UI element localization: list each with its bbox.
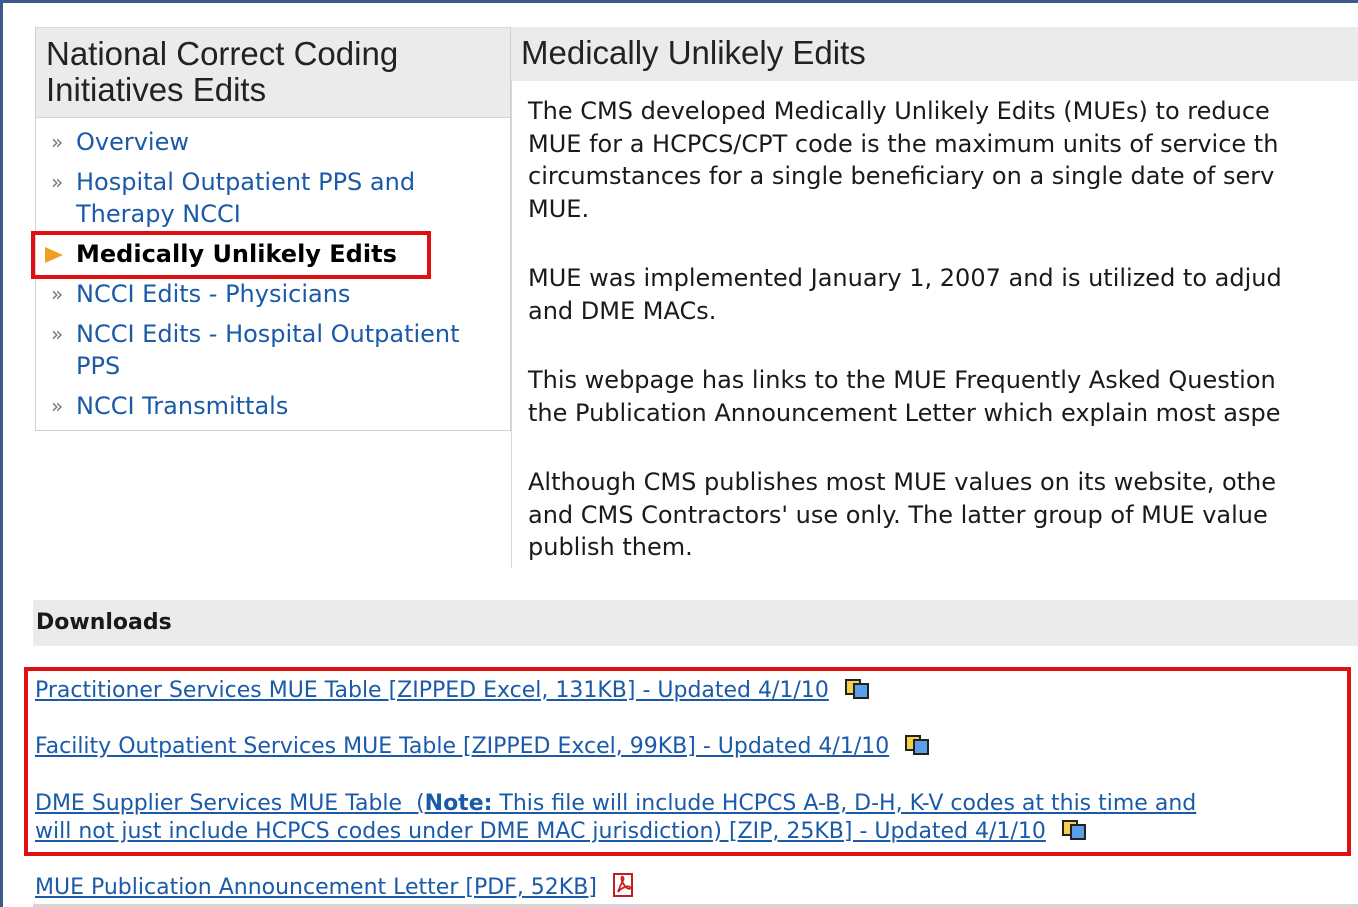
links-paragraph: This webpage has links to the MUE Freque… <box>528 366 1281 427</box>
publication-paragraph: Although CMS publishes most MUE values o… <box>528 468 1277 561</box>
current-page-arrow-icon <box>45 247 63 263</box>
download-practitioner-mue-table[interactable]: Practitioner Services MUE Table [ZIPPED … <box>35 677 871 705</box>
sidebar-title: National Correct Coding Initiatives Edit… <box>36 28 510 118</box>
double-chevron-icon: » <box>51 394 64 418</box>
note-label: Note: <box>424 791 493 816</box>
pdf-icon[interactable] <box>611 873 639 898</box>
sidebar-item-label[interactable]: Hospital Outpatient PPS and Therapy NCCI <box>76 166 476 230</box>
sidebar-item-medically-unlikely-edits[interactable]: Medically Unlikely Edits <box>36 238 510 270</box>
excel-icon[interactable] <box>1060 818 1088 842</box>
intro-paragraph: The CMS developed Medically Unlikely Edi… <box>528 97 1279 223</box>
download-facility-outpatient-mue-table[interactable]: Facility Outpatient Services MUE Table [… <box>35 733 931 761</box>
excel-icon[interactable] <box>843 677 871 701</box>
download-link-line1[interactable]: This file will include HCPCS A-B, D-H, K… <box>492 791 1196 816</box>
sidebar-item-overview[interactable]: » Overview <box>36 126 510 158</box>
double-chevron-icon: » <box>51 322 64 346</box>
download-dme-supplier-mue-table-line2[interactable]: will not just include HCPCS codes under … <box>35 818 1088 846</box>
excel-icon[interactable] <box>903 733 931 757</box>
download-link-line2[interactable]: will not just include HCPCS codes under … <box>35 819 1046 844</box>
main-content: Medically Unlikely Edits The CMS develop… <box>511 27 1358 568</box>
sidebar-item-ncci-transmittals[interactable]: » NCCI Transmittals <box>36 390 510 422</box>
sidebar-nav-list: » Overview » Hospital Outpatient PPS and… <box>36 118 510 422</box>
downloads-header: Downloads <box>33 600 1358 646</box>
page-title: Medically Unlikely Edits <box>511 27 1358 81</box>
sidebar-item-label[interactable]: NCCI Edits - Hospital Outpatient PPS <box>76 318 506 382</box>
sidebar-nav: National Correct Coding Initiatives Edit… <box>35 27 511 431</box>
download-mue-publication-letter[interactable]: MUE Publication Announcement Letter [PDF… <box>35 873 639 902</box>
double-chevron-icon: » <box>51 130 64 154</box>
main-body: The CMS developed Medically Unlikely Edi… <box>511 81 1358 568</box>
sidebar-item-label[interactable]: Overview <box>76 128 189 156</box>
sidebar-item-hospital-outpatient-pps-therapy[interactable]: » Hospital Outpatient PPS and Therapy NC… <box>36 166 510 230</box>
download-link-text[interactable]: MUE Publication Announcement Letter [PDF… <box>35 875 597 900</box>
window-top-border <box>0 0 1358 3</box>
sidebar-item-label[interactable]: Medically Unlikely Edits <box>76 240 397 268</box>
sidebar-item-label[interactable]: NCCI Transmittals <box>76 392 288 420</box>
download-link-prefix[interactable]: DME Supplier Services MUE Table ( <box>35 791 425 816</box>
download-link-text[interactable]: Facility Outpatient Services MUE Table [… <box>35 734 889 759</box>
implementation-paragraph: MUE was implemented January 1, 2007 and … <box>528 264 1282 325</box>
download-dme-supplier-mue-table[interactable]: DME Supplier Services MUE Table (Note: T… <box>35 790 1196 818</box>
sidebar-item-ncci-edits-physicians[interactable]: » NCCI Edits - Physicians <box>36 278 510 310</box>
double-chevron-icon: » <box>51 170 64 194</box>
sidebar-item-label[interactable]: NCCI Edits - Physicians <box>76 280 350 308</box>
double-chevron-icon: » <box>51 282 64 306</box>
sidebar-item-ncci-edits-hospital-outpatient[interactable]: » NCCI Edits - Hospital Outpatient PPS <box>36 318 510 382</box>
window-left-border <box>0 0 3 907</box>
download-link-text[interactable]: Practitioner Services MUE Table [ZIPPED … <box>35 678 829 703</box>
